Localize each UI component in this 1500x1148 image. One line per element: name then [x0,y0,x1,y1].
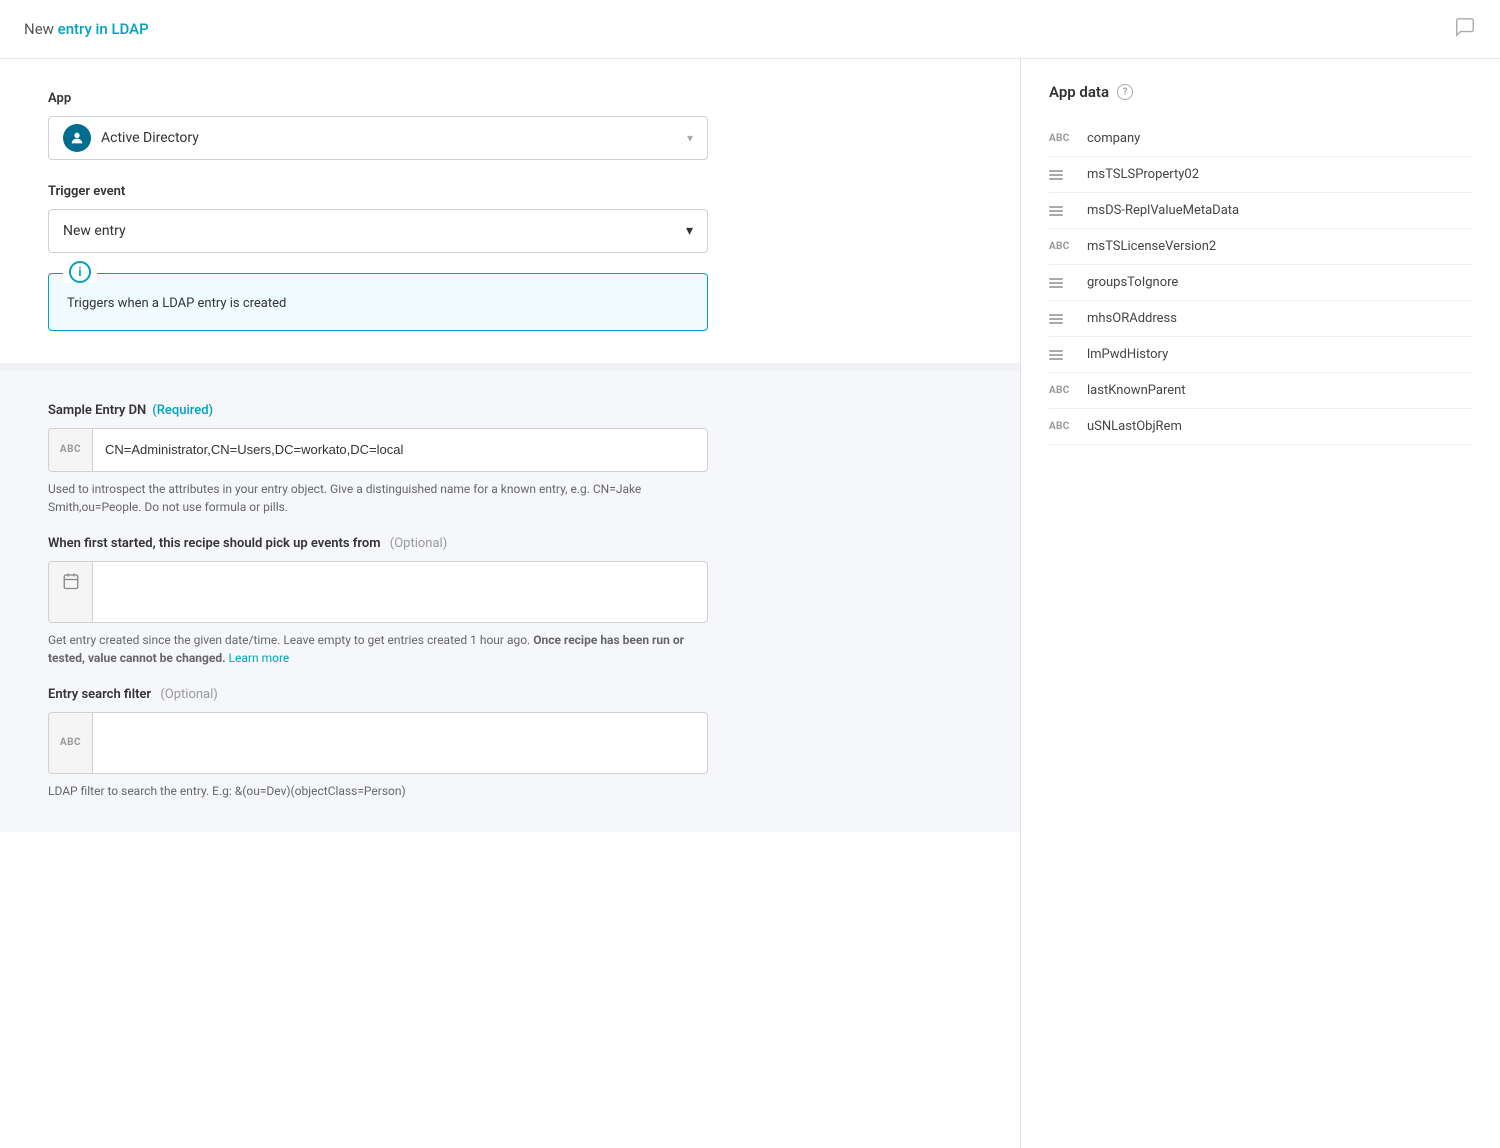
data-item-name: company [1087,131,1140,146]
top-section: App Active Directory ▾ Trigger event New [0,59,1020,371]
data-item-name: lmPwdHistory [1087,347,1168,362]
sample-dn-helper: Used to introspect the attributes in you… [48,480,708,516]
data-item-name: uSNLastObjRem [1087,419,1182,434]
list-item[interactable]: lmPwdHistory [1049,337,1472,373]
lines-data-icon [1049,314,1077,324]
list-item[interactable]: groupsToIgnore [1049,265,1472,301]
data-item-name: mhsORAddress [1087,311,1177,326]
learn-more-link[interactable]: Learn more [229,651,290,665]
help-icon[interactable]: ? [1117,84,1133,100]
app-select-value: Active Directory [101,130,687,146]
info-icon: i [69,261,91,283]
lines-data-icon [1049,170,1077,180]
trigger-chevron-icon: ▾ [686,223,693,239]
abc-tag-dn: ABC [49,429,93,471]
list-item[interactable]: msDS-ReplValueMetaData [1049,193,1472,229]
first-started-label: When first started, this recipe should p… [48,536,708,551]
bottom-section: Sample Entry DN(Required) ABC Used to in… [0,371,1020,832]
abc-data-icon: ABC [1049,421,1077,432]
entry-filter-input[interactable] [93,713,707,773]
optional-badge-filter: (Optional) [160,687,217,702]
list-item[interactable]: ABC lastKnownParent [1049,373,1472,409]
list-item[interactable]: ABC company [1049,121,1472,157]
list-item[interactable]: msTSLSProperty02 [1049,157,1472,193]
sample-dn-input[interactable] [93,429,707,471]
data-item-name: groupsToIgnore [1087,275,1178,290]
abc-data-icon: ABC [1049,241,1077,252]
right-panel: App data ? ABC company msTSLSProperty02 [1020,59,1500,1148]
trigger-select-value: New entry [63,223,686,239]
sample-dn-input-wrapper: ABC [48,428,708,472]
page-title: New entry in LDAP [24,20,149,38]
first-started-helper: Get entry created since the given date/t… [48,631,708,667]
abc-data-icon: ABC [1049,385,1077,396]
first-started-field [48,561,708,623]
entry-filter-helper: LDAP filter to search the entry. E.g: &(… [48,782,708,800]
page-title-link[interactable]: entry in LDAP [58,20,149,38]
first-started-input-wrapper [48,561,708,623]
list-item[interactable]: ABC uSNLastObjRem [1049,409,1472,445]
lines-data-icon [1049,206,1077,216]
trigger-select[interactable]: New entry ▾ [48,209,708,253]
info-box: i Triggers when a LDAP entry is created [48,273,708,331]
lines-data-icon [1049,350,1077,360]
abc-data-icon: ABC [1049,133,1077,144]
entry-filter-label: Entry search filter (Optional) [48,687,708,702]
chevron-down-icon: ▾ [687,131,693,145]
data-item-name: msTSLicenseVersion2 [1087,239,1216,254]
data-item-name: msDS-ReplValueMetaData [1087,203,1239,218]
data-item-name: msTSLSProperty02 [1087,167,1199,182]
first-started-input[interactable] [93,562,707,622]
trigger-label: Trigger event [48,184,972,199]
list-item[interactable]: ABC msTSLicenseVersion2 [1049,229,1472,265]
info-box-header: i [63,261,97,283]
optional-badge-first: (Optional) [390,536,447,551]
app-data-title: App data ? [1049,83,1472,101]
required-badge: (Required) [152,403,213,418]
entry-filter-input-wrapper: ABC [48,712,708,774]
top-bar: New entry in LDAP [0,0,1500,59]
app-select-wrapper: Active Directory ▾ [48,116,708,160]
entry-filter-field: ABC [48,712,708,774]
info-box-text: Triggers when a LDAP entry is created [67,290,689,314]
list-item[interactable]: mhsORAddress [1049,301,1472,337]
calendar-icon-wrapper [49,562,93,622]
left-panel: App Active Directory ▾ Trigger event New [0,59,1020,1148]
app-icon [63,124,91,152]
abc-tag-filter: ABC [49,713,93,773]
main-layout: App Active Directory ▾ Trigger event New [0,59,1500,1148]
app-label: App [48,91,972,106]
data-item-name: lastKnownParent [1087,383,1186,398]
lines-data-icon [1049,278,1077,288]
sample-dn-label: Sample Entry DN(Required) [48,403,708,418]
app-select[interactable]: Active Directory ▾ [48,116,708,160]
sample-dn-field: ABC [48,428,708,472]
chat-icon[interactable] [1454,16,1476,42]
data-items-list: ABC company msTSLSProperty02 msDS-ReplVa… [1049,121,1472,445]
